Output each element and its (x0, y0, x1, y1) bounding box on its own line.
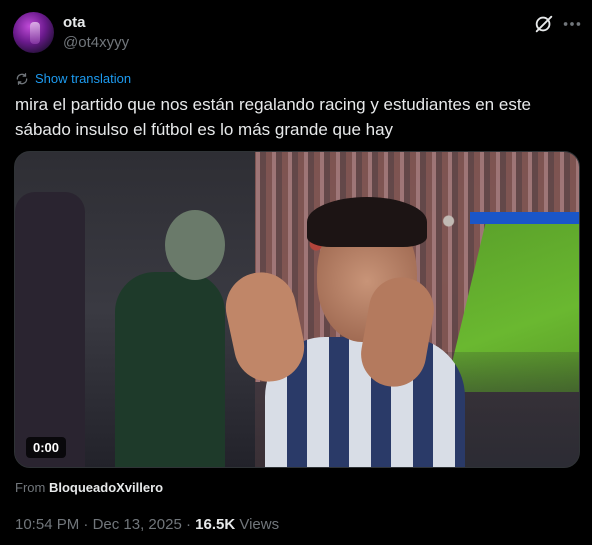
author-handle[interactable]: @ot4xyyy (63, 34, 129, 51)
video-source-prefix: From (15, 480, 46, 495)
avatar[interactable] (13, 12, 54, 53)
views-count[interactable]: 16.5K (195, 516, 235, 533)
video-player[interactable] (14, 151, 580, 468)
translate-icon (16, 72, 28, 85)
author-name[interactable]: ota (63, 14, 86, 31)
more-icon[interactable] (561, 13, 583, 35)
grok-icon[interactable] (533, 13, 555, 35)
meta-separator: · (181, 516, 196, 533)
tweet-time[interactable]: 10:54 PM (15, 516, 79, 533)
show-translation-label[interactable]: Show translation (35, 71, 131, 86)
tweet-date[interactable]: Dec 13, 2025 (93, 516, 182, 533)
tweet-text: mira el partido que nos están regalando … (15, 95, 531, 139)
video-source-user-link[interactable]: BloqueadoXvillero (49, 480, 163, 495)
views-label: Views (235, 516, 280, 533)
video-source: From BloqueadoXvillero (15, 480, 163, 495)
show-translation-link[interactable]: Show translation (15, 71, 131, 86)
tweet-meta: 10:54 PM · Dec 13, 2025 · 16.5K Views (15, 516, 279, 533)
video-duration-badge: 0:00 (26, 437, 67, 458)
meta-separator: · (79, 516, 93, 533)
